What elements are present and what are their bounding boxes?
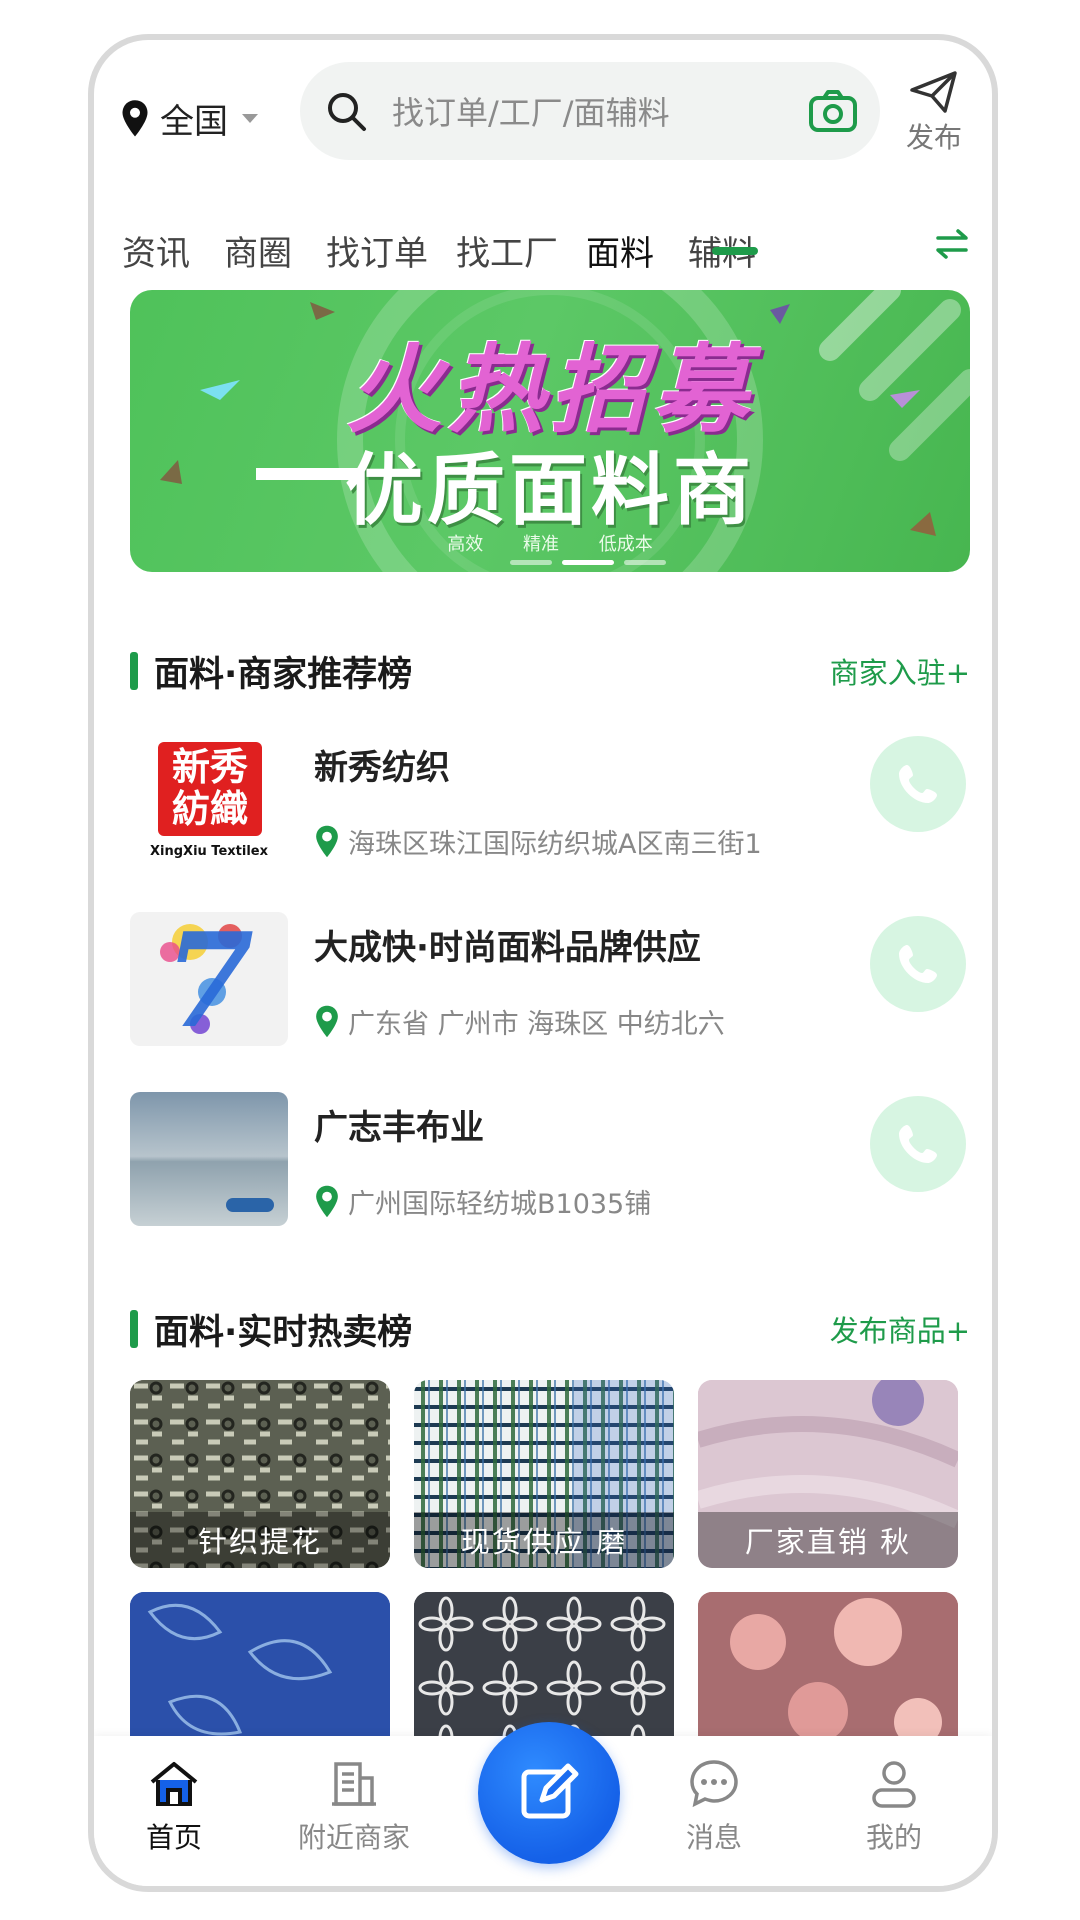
call-button[interactable] xyxy=(870,1096,966,1192)
nav-me-label: 我的 xyxy=(865,1821,922,1854)
nav-home[interactable]: 首页 xyxy=(94,1758,254,1856)
phone-icon xyxy=(899,765,937,803)
product-label: 针织提花 xyxy=(130,1512,390,1568)
nav-nearby[interactable]: 附近商家 xyxy=(274,1758,434,1856)
merchants-section-title: 面料·商家推荐榜 xyxy=(154,655,413,695)
tab-business-circle[interactable]: 商圈 xyxy=(224,226,292,275)
section-accent-bar xyxy=(130,652,138,690)
category-tabs: 资讯 商圈 找订单 找工厂 面料 辅料 xyxy=(94,190,992,290)
pagination-dot xyxy=(510,560,552,565)
phone-icon xyxy=(899,945,937,983)
merchant-item[interactable]: 7 大成快·时尚面料品牌供应 广东省 广州市 海珠区 中纺北六 xyxy=(130,912,970,1052)
building-icon xyxy=(332,1762,376,1806)
search-placeholder: 找订单/工厂/面辅料 xyxy=(392,94,670,132)
merchant-address-text: 广东省 广州市 海珠区 中纺北六 xyxy=(348,1009,725,1040)
call-button[interactable] xyxy=(870,736,966,832)
merchant-address: 海珠区珠江国际纺织城A区南三街1 xyxy=(314,822,762,861)
nav-me[interactable]: 我的 xyxy=(814,1758,974,1856)
publish-product-link[interactable]: 发布商品+ xyxy=(830,1308,970,1350)
phone-icon xyxy=(899,1125,937,1163)
location-selector[interactable]: 全国 xyxy=(120,94,258,143)
tab-news[interactable]: 资讯 xyxy=(122,226,190,275)
nav-messages[interactable]: 消息 xyxy=(634,1758,794,1856)
pagination-dot-active xyxy=(562,560,614,565)
merchant-photo xyxy=(130,1092,288,1226)
location-pin-icon xyxy=(316,1005,338,1037)
nav-nearby-label: 附近商家 xyxy=(297,1821,410,1854)
merchant-logo: 新秀 紡織 XingXiu Textilex xyxy=(130,732,288,866)
products-section-title: 面料·实时热卖榜 xyxy=(154,1313,413,1353)
section-accent-bar xyxy=(130,1310,138,1348)
tab-find-factories[interactable]: 找工厂 xyxy=(456,226,558,275)
merchant-address: 广东省 广州市 海珠区 中纺北六 xyxy=(314,1002,725,1041)
location-pin-icon xyxy=(316,825,338,857)
boat-shape xyxy=(226,1198,274,1212)
tab-find-orders[interactable]: 找订单 xyxy=(326,226,428,275)
nav-messages-label: 消息 xyxy=(685,1821,742,1854)
product-label: 现货供应 磨 xyxy=(414,1512,674,1568)
banner-pagination xyxy=(510,560,666,565)
logo-text-bottom: 紡織 xyxy=(171,786,248,831)
product-card[interactable]: 现货供应 磨 xyxy=(414,1380,674,1568)
banner-subtitle: 优质面料商 xyxy=(344,446,755,536)
logo-text: 新秀 紡織 xyxy=(160,746,260,830)
phone-frame: 全国 找订单/工厂/面辅料 发布 资讯 商圈 找订单 找工厂 面料 辅料 xyxy=(88,34,998,1892)
user-icon xyxy=(872,1761,916,1808)
publish-button[interactable]: 发布 xyxy=(894,70,974,156)
chevron-down-icon xyxy=(242,114,258,123)
merchants-section-header: 面料·商家推荐榜 商家入驻+ xyxy=(130,646,970,695)
send-icon xyxy=(910,71,957,113)
banner-tags: 高效 精准 低成本 xyxy=(447,534,653,555)
location-pin-icon xyxy=(316,1185,338,1217)
location-pin-icon xyxy=(122,99,148,136)
bottom-navigation: 首页 附近商家 消息 我的 xyxy=(94,1722,992,1886)
merchant-logo: 7 xyxy=(130,912,288,1046)
merchant-address: 广州国际轻纺城B1035铺 xyxy=(314,1182,651,1221)
logo-caption: XingXiu Textilex xyxy=(150,844,268,859)
merchant-name: 广志丰布业 xyxy=(314,1108,484,1148)
create-post-button[interactable] xyxy=(478,1722,620,1864)
tab-fabrics[interactable]: 面料 xyxy=(586,226,654,275)
home-icon xyxy=(150,1762,198,1806)
nav-home-label: 首页 xyxy=(145,1821,202,1854)
publish-label: 发布 xyxy=(905,121,962,154)
logo-glyph: 7 xyxy=(163,912,255,1046)
camera-icon[interactable] xyxy=(808,89,858,133)
pagination-dot xyxy=(624,560,666,565)
logo-text-top: 新秀 xyxy=(171,744,248,789)
merchant-join-link[interactable]: 商家入驻+ xyxy=(830,650,970,692)
merchant-name: 大成快·时尚面料品牌供应 xyxy=(314,928,701,968)
edit-icon xyxy=(521,1763,579,1819)
promo-banner[interactable]: 火热招募 优质面料商 高效 精准 低成本 xyxy=(130,290,970,572)
merchant-name: 新秀纺织 xyxy=(314,748,450,788)
search-bar[interactable]: 找订单/工厂/面辅料 xyxy=(300,62,880,160)
products-section-header: 面料·实时热卖榜 发布商品+ xyxy=(130,1304,970,1353)
search-icon xyxy=(324,89,368,133)
product-card[interactable]: 厂家直销 秋 xyxy=(698,1380,958,1568)
call-button[interactable] xyxy=(870,916,966,1012)
active-tab-indicator xyxy=(712,247,758,255)
top-bar: 全国 找订单/工厂/面辅料 发布 xyxy=(94,40,992,190)
swap-icon[interactable] xyxy=(932,224,972,264)
merchant-item[interactable]: 广志丰布业 广州国际轻纺城B1035铺 xyxy=(130,1092,970,1232)
chat-icon xyxy=(690,1760,738,1808)
merchant-address-text: 广州国际轻纺城B1035铺 xyxy=(348,1189,652,1220)
location-label: 全国 xyxy=(160,102,228,142)
product-label: 厂家直销 秋 xyxy=(698,1512,958,1568)
merchant-item[interactable]: 新秀 紡織 XingXiu Textilex 新秀纺织 海珠区珠江国际纺织城A区… xyxy=(130,732,970,872)
product-card[interactable]: 针织提花 xyxy=(130,1380,390,1568)
merchant-address-text: 海珠区珠江国际纺织城A区南三街1 xyxy=(348,829,762,860)
